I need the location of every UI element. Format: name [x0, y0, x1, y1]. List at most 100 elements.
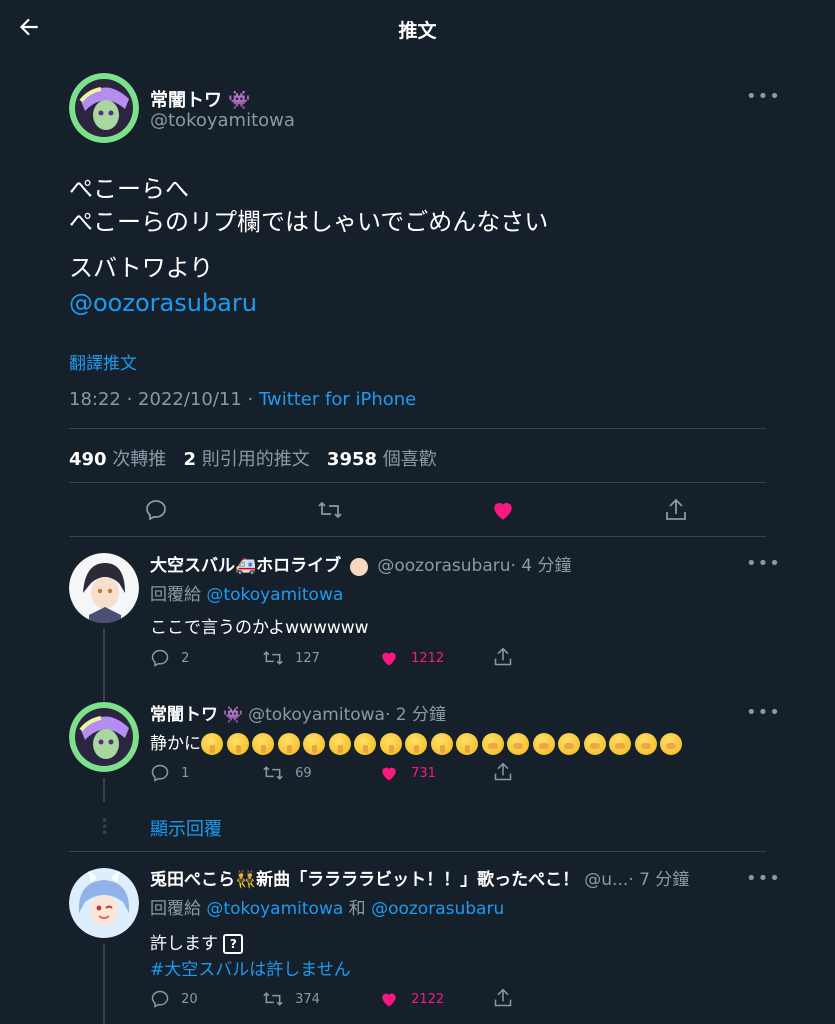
avatar[interactable] [69, 702, 139, 772]
more-icon[interactable]: ••• [746, 86, 781, 107]
translate-link[interactable]: 翻譯推文 [69, 349, 137, 374]
yawning-face-icon [634, 733, 657, 755]
reply-icon[interactable] [144, 498, 168, 526]
tweet-line-1: ぺこーらへ [69, 175, 189, 203]
shushing-face-icon [303, 733, 325, 755]
yawning-face-icon [609, 733, 631, 755]
yawning-face-icon [583, 733, 606, 755]
tweet-line-3: スバトワより [69, 254, 214, 282]
reply-time: · 2 分鐘 [384, 705, 446, 725]
divider [69, 536, 766, 537]
show-replies-link[interactable]: 顯示回覆 [150, 815, 222, 841]
reply-text: 静かに [150, 729, 686, 755]
reply-to-link[interactable]: @tokoyamitowa [206, 585, 343, 605]
reply-to-link[interactable]: @tokoyamitowa [206, 899, 343, 919]
shushing-face-icon [379, 733, 402, 755]
shushing-face-icon [405, 733, 427, 755]
space-invader-icon: 👾 [223, 705, 244, 724]
like-action[interactable]: 2122 [378, 988, 444, 1009]
like-action[interactable]: 1212 [378, 647, 444, 668]
shushing-face-icon [328, 733, 351, 755]
avatar[interactable] [69, 73, 139, 143]
reply-header: 大空スバル🚑ホロライブ @oozorasubaru· 4 分鐘 [150, 551, 572, 576]
divider [69, 851, 766, 852]
reply-to-link[interactable]: @oozorasubaru [371, 899, 504, 919]
reply-action[interactable]: 2 [150, 647, 189, 668]
retweet-count: 69 [295, 766, 312, 781]
reply-author-name[interactable]: 兎田ぺこら👯新曲「ララララビット！！」歌ったぺこ！ [150, 870, 579, 890]
divider [69, 482, 766, 483]
avatar[interactable] [69, 553, 139, 623]
yawning-face-icon [481, 733, 504, 755]
reply-count: 2 [181, 651, 190, 666]
yawning-face-icon [558, 733, 580, 755]
reply-header: 兎田ぺこら👯新曲「ララララビット！！」歌ったぺこ！ @u...· 7 分鐘 [150, 865, 689, 890]
quote-stat[interactable]: 2 則引用的推文 [183, 449, 309, 470]
reply-count: 1 [181, 766, 190, 781]
timestamp: 18:22 · 2022/10/11 · Twitter for iPhone [69, 389, 416, 410]
reply-author-handle[interactable]: @u... [584, 870, 628, 890]
tweet-line-2: ぺこーらのリプ欄ではしゃいでごめんなさい [69, 208, 549, 236]
author-handle[interactable]: @tokoyamitowa [150, 110, 295, 131]
share-icon[interactable] [493, 761, 513, 787]
more-icon[interactable]: ••• [746, 553, 781, 574]
avatar-badge-icon [350, 557, 369, 576]
retweet-action[interactable]: 127 [262, 647, 320, 668]
share-icon[interactable] [664, 497, 688, 527]
author-name[interactable]: 常闇トワ 👾 [150, 86, 251, 112]
reply-text: 許します ? [150, 929, 244, 954]
reply-text-prefix: 静かに [150, 734, 201, 754]
like-count: 1212 [411, 651, 445, 666]
retweet-action[interactable]: 374 [262, 988, 320, 1009]
divider [69, 428, 766, 429]
reply-time: · 4 分鐘 [510, 556, 572, 576]
shushing-face-icon [456, 733, 478, 755]
thread-line [103, 778, 105, 802]
source-link[interactable]: Twitter for iPhone [259, 389, 416, 410]
reply-time: · 7 分鐘 [628, 870, 690, 890]
yawning-face-icon [660, 733, 682, 755]
reply-author-handle[interactable]: @tokoyamitowa [248, 705, 385, 725]
shushing-face-icon [201, 733, 223, 755]
reply-text: ここで言うのかよwwwwww [150, 618, 369, 638]
question-box-icon: ? [223, 934, 244, 954]
like-count: 731 [411, 766, 436, 781]
share-icon[interactable] [493, 646, 513, 672]
heart-icon[interactable] [490, 497, 516, 527]
shushing-face-icon [226, 733, 249, 755]
reply-context: 回覆給 @tokoyamitowa 和 @oozorasubaru [150, 899, 505, 919]
thread-dots-icon: • • • [101, 814, 109, 840]
shushing-face-icon [252, 733, 274, 755]
like-stat[interactable]: 3958 個喜歡 [327, 449, 437, 470]
thread-line [103, 629, 105, 701]
page-title: 推文 [398, 20, 437, 42]
shushing-face-icon [430, 733, 453, 755]
hashtag-link[interactable]: #大空スバルは許しません [150, 955, 351, 980]
reply-author-name[interactable]: 大空スバル🚑ホロライブ [150, 556, 341, 576]
reply-count: 20 [181, 992, 198, 1007]
space-invader-icon: 👾 [228, 90, 251, 111]
like-count: 2122 [411, 992, 445, 1007]
retweet-count: 374 [295, 992, 320, 1007]
shushing-face-icon [277, 733, 300, 755]
retweet-count: 127 [295, 651, 320, 666]
reply-action[interactable]: 20 [150, 988, 198, 1009]
shushing-face-icon [354, 733, 376, 755]
mention-link[interactable]: @oozorasubaru [69, 287, 257, 320]
reply-context: 回覆給 @tokoyamitowa [150, 585, 344, 605]
thread-line [103, 944, 105, 1024]
reply-author-name[interactable]: 常闇トワ [150, 705, 218, 725]
avatar[interactable] [69, 868, 139, 938]
reply-header: 常闇トワ 👾 @tokoyamitowa· 2 分鐘 [150, 700, 446, 725]
more-icon[interactable]: ••• [746, 868, 781, 889]
timestamp-text: 18:22 · 2022/10/11 · [69, 389, 259, 410]
more-icon[interactable]: ••• [746, 702, 781, 723]
retweet-action[interactable]: 69 [262, 762, 312, 783]
retweet-stat[interactable]: 490 次轉推 [69, 449, 166, 470]
yawning-face-icon [507, 733, 529, 755]
reply-author-handle[interactable]: @oozorasubaru [377, 556, 510, 576]
share-icon[interactable] [493, 987, 513, 1013]
like-action[interactable]: 731 [378, 762, 436, 783]
retweet-icon[interactable] [317, 498, 343, 526]
reply-action[interactable]: 1 [150, 762, 189, 783]
